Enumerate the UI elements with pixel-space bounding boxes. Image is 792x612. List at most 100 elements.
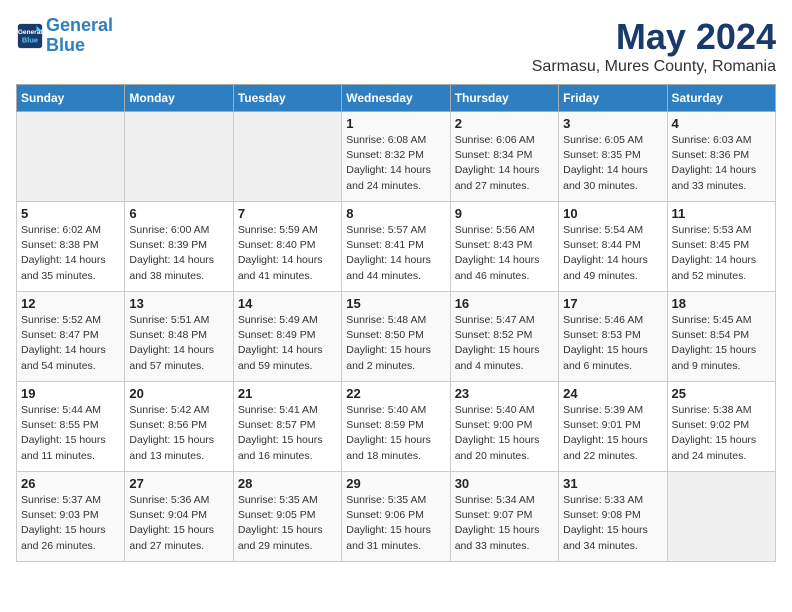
day-detail: Sunrise: 6:05 AM Sunset: 8:35 PM Dayligh… — [563, 133, 662, 194]
day-number: 15 — [346, 296, 445, 311]
calendar-cell: 6 Sunrise: 6:00 AM Sunset: 8:39 PM Daylig… — [125, 202, 233, 292]
calendar-cell: 11 Sunrise: 5:53 AM Sunset: 8:45 PM Dayli… — [667, 202, 775, 292]
day-number: 29 — [346, 476, 445, 491]
calendar-cell: 4 Sunrise: 6:03 AM Sunset: 8:36 PM Daylig… — [667, 112, 775, 202]
day-number: 14 — [238, 296, 337, 311]
header: General Blue General Blue May 2024 Sarma… — [16, 16, 776, 76]
calendar-cell: 29 Sunrise: 5:35 AM Sunset: 9:06 PM Dayli… — [342, 472, 450, 562]
day-detail: Sunrise: 6:00 AM Sunset: 8:39 PM Dayligh… — [129, 223, 228, 284]
day-number: 10 — [563, 206, 662, 221]
day-number: 24 — [563, 386, 662, 401]
day-number: 22 — [346, 386, 445, 401]
calendar-cell: 24 Sunrise: 5:39 AM Sunset: 9:01 PM Dayli… — [559, 382, 667, 472]
subtitle: Sarmasu, Mures County, Romania — [532, 58, 776, 76]
day-number: 21 — [238, 386, 337, 401]
day-detail: Sunrise: 5:42 AM Sunset: 8:56 PM Dayligh… — [129, 403, 228, 464]
calendar-week-row: 26 Sunrise: 5:37 AM Sunset: 9:03 PM Dayli… — [17, 472, 776, 562]
day-detail: Sunrise: 5:37 AM Sunset: 9:03 PM Dayligh… — [21, 493, 120, 554]
day-detail: Sunrise: 6:08 AM Sunset: 8:32 PM Dayligh… — [346, 133, 445, 194]
weekday-header: Sunday — [17, 85, 125, 112]
day-detail: Sunrise: 5:35 AM Sunset: 9:06 PM Dayligh… — [346, 493, 445, 554]
calendar-cell: 15 Sunrise: 5:48 AM Sunset: 8:50 PM Dayli… — [342, 292, 450, 382]
calendar-cell: 30 Sunrise: 5:34 AM Sunset: 9:07 PM Dayli… — [450, 472, 558, 562]
calendar-cell: 16 Sunrise: 5:47 AM Sunset: 8:52 PM Dayli… — [450, 292, 558, 382]
calendar-cell: 22 Sunrise: 5:40 AM Sunset: 8:59 PM Dayli… — [342, 382, 450, 472]
day-number: 13 — [129, 296, 228, 311]
day-number: 4 — [672, 116, 771, 131]
day-detail: Sunrise: 5:46 AM Sunset: 8:53 PM Dayligh… — [563, 313, 662, 374]
calendar-cell: 8Sunrise: 5:57 AM Sunset: 8:41 PM Daylig… — [342, 202, 450, 292]
day-number: 1 — [346, 116, 445, 131]
calendar-cell: 1 Sunrise: 6:08 AM Sunset: 8:32 PM Daylig… — [342, 112, 450, 202]
day-detail: Sunrise: 5:48 AM Sunset: 8:50 PM Dayligh… — [346, 313, 445, 374]
day-number: 20 — [129, 386, 228, 401]
calendar-cell — [17, 112, 125, 202]
day-detail: Sunrise: 5:45 AM Sunset: 8:54 PM Dayligh… — [672, 313, 771, 374]
logo: General Blue General Blue — [16, 16, 113, 56]
calendar-cell: 19 Sunrise: 5:44 AM Sunset: 8:55 PM Dayli… — [17, 382, 125, 472]
day-number: 23 — [455, 386, 554, 401]
calendar-week-row: 1 Sunrise: 6:08 AM Sunset: 8:32 PM Daylig… — [17, 112, 776, 202]
day-detail: Sunrise: 5:52 AM Sunset: 8:47 PM Dayligh… — [21, 313, 120, 374]
day-detail: Sunrise: 5:47 AM Sunset: 8:52 PM Dayligh… — [455, 313, 554, 374]
day-number: 9 — [455, 206, 554, 221]
calendar-cell: 10Sunrise: 5:54 AM Sunset: 8:44 PM Dayli… — [559, 202, 667, 292]
day-number: 30 — [455, 476, 554, 491]
day-detail: Sunrise: 6:02 AM Sunset: 8:38 PM Dayligh… — [21, 223, 120, 284]
day-number: 16 — [455, 296, 554, 311]
weekday-header: Wednesday — [342, 85, 450, 112]
day-number: 31 — [563, 476, 662, 491]
day-number: 11 — [672, 206, 771, 221]
calendar-cell: 9 Sunrise: 5:56 AM Sunset: 8:43 PM Daylig… — [450, 202, 558, 292]
weekday-header-row: SundayMondayTuesdayWednesdayThursdayFrid… — [17, 85, 776, 112]
day-number: 19 — [21, 386, 120, 401]
day-number: 6 — [129, 206, 228, 221]
calendar-cell — [233, 112, 341, 202]
logo-line2: Blue — [46, 35, 85, 55]
calendar-cell: 12 Sunrise: 5:52 AM Sunset: 8:47 PM Dayli… — [17, 292, 125, 382]
day-detail: Sunrise: 5:35 AM Sunset: 9:05 PM Dayligh… — [238, 493, 337, 554]
title-area: May 2024 Sarmasu, Mures County, Romania — [532, 16, 776, 76]
day-detail: Sunrise: 5:56 AM Sunset: 8:43 PM Dayligh… — [455, 223, 554, 284]
calendar-cell: 17Sunrise: 5:46 AM Sunset: 8:53 PM Dayli… — [559, 292, 667, 382]
weekday-header: Monday — [125, 85, 233, 112]
calendar-cell: 14 Sunrise: 5:49 AM Sunset: 8:49 PM Dayli… — [233, 292, 341, 382]
day-number: 27 — [129, 476, 228, 491]
day-number: 12 — [21, 296, 120, 311]
calendar-cell: 5Sunrise: 6:02 AM Sunset: 8:38 PM Daylig… — [17, 202, 125, 292]
day-detail: Sunrise: 5:49 AM Sunset: 8:49 PM Dayligh… — [238, 313, 337, 374]
weekday-header: Friday — [559, 85, 667, 112]
day-number: 26 — [21, 476, 120, 491]
calendar-cell: 13Sunrise: 5:51 AM Sunset: 8:48 PM Dayli… — [125, 292, 233, 382]
calendar-cell: 2Sunrise: 6:06 AM Sunset: 8:34 PM Daylig… — [450, 112, 558, 202]
day-detail: Sunrise: 5:40 AM Sunset: 8:59 PM Dayligh… — [346, 403, 445, 464]
calendar-cell: 7Sunrise: 5:59 AM Sunset: 8:40 PM Daylig… — [233, 202, 341, 292]
calendar-cell: 21Sunrise: 5:41 AM Sunset: 8:57 PM Dayli… — [233, 382, 341, 472]
day-detail: Sunrise: 5:40 AM Sunset: 9:00 PM Dayligh… — [455, 403, 554, 464]
calendar-cell — [667, 472, 775, 562]
day-detail: Sunrise: 6:06 AM Sunset: 8:34 PM Dayligh… — [455, 133, 554, 194]
calendar-week-row: 12 Sunrise: 5:52 AM Sunset: 8:47 PM Dayli… — [17, 292, 776, 382]
day-detail: Sunrise: 5:36 AM Sunset: 9:04 PM Dayligh… — [129, 493, 228, 554]
day-detail: Sunrise: 5:53 AM Sunset: 8:45 PM Dayligh… — [672, 223, 771, 284]
day-detail: Sunrise: 5:39 AM Sunset: 9:01 PM Dayligh… — [563, 403, 662, 464]
calendar-cell: 27 Sunrise: 5:36 AM Sunset: 9:04 PM Dayli… — [125, 472, 233, 562]
day-number: 28 — [238, 476, 337, 491]
svg-text:Blue: Blue — [22, 35, 38, 44]
calendar-cell: 23 Sunrise: 5:40 AM Sunset: 9:00 PM Dayli… — [450, 382, 558, 472]
day-number: 25 — [672, 386, 771, 401]
weekday-header: Tuesday — [233, 85, 341, 112]
calendar-cell — [125, 112, 233, 202]
day-detail: Sunrise: 5:34 AM Sunset: 9:07 PM Dayligh… — [455, 493, 554, 554]
day-number: 8 — [346, 206, 445, 221]
logo-icon: General Blue — [16, 22, 44, 50]
day-number: 3 — [563, 116, 662, 131]
day-detail: Sunrise: 5:44 AM Sunset: 8:55 PM Dayligh… — [21, 403, 120, 464]
calendar-week-row: 19 Sunrise: 5:44 AM Sunset: 8:55 PM Dayli… — [17, 382, 776, 472]
day-number: 7 — [238, 206, 337, 221]
calendar-week-row: 5Sunrise: 6:02 AM Sunset: 8:38 PM Daylig… — [17, 202, 776, 292]
calendar-cell: 20 Sunrise: 5:42 AM Sunset: 8:56 PM Dayli… — [125, 382, 233, 472]
day-detail: Sunrise: 6:03 AM Sunset: 8:36 PM Dayligh… — [672, 133, 771, 194]
calendar-cell: 28 Sunrise: 5:35 AM Sunset: 9:05 PM Dayli… — [233, 472, 341, 562]
weekday-header: Saturday — [667, 85, 775, 112]
